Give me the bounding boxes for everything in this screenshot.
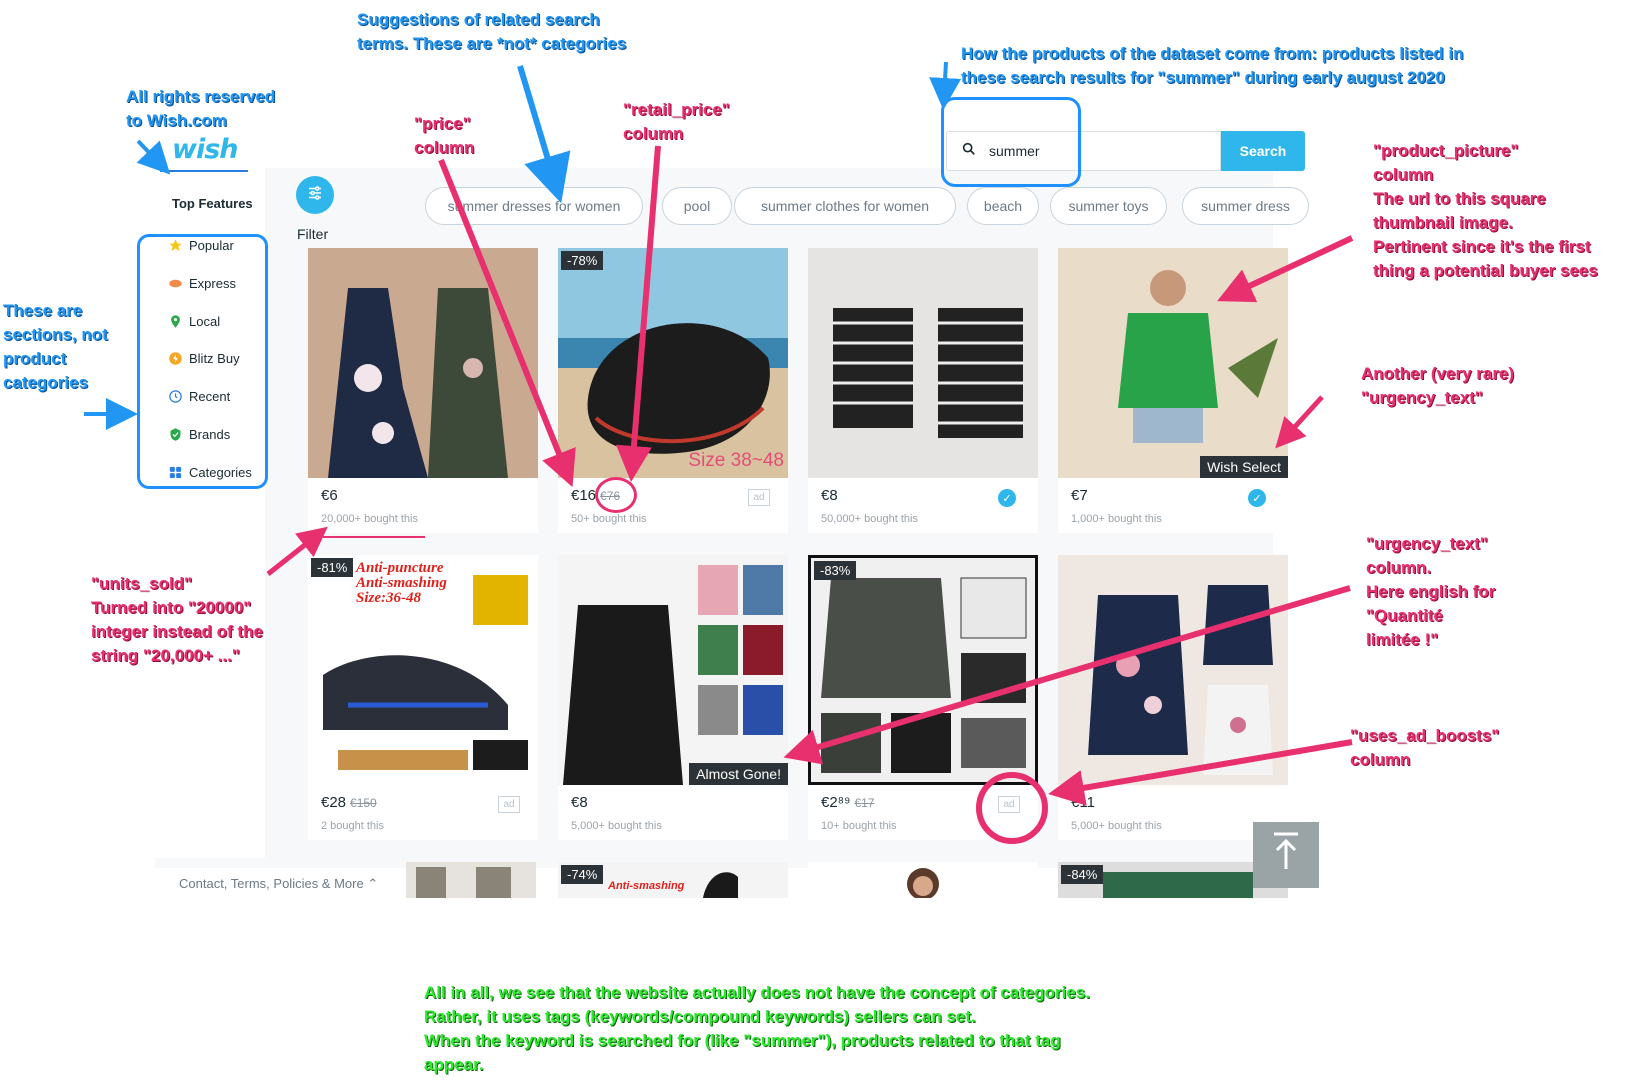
annotation-rare-urgency: Another (very rare) "urgency_text" [1361, 364, 1515, 407]
annotation-rights: All rights reserved to Wish.com [126, 87, 276, 130]
annotation-retail-price: "retail_price" column [623, 100, 730, 143]
annotation-conclusion: All in all, we see that the website actu… [424, 983, 1091, 1074]
annotation-urgency-text: "urgency_text" column. Here english for … [1366, 534, 1496, 649]
annotation-product-picture: "product_picture" column The url to this… [1373, 141, 1598, 280]
annotation-suggestions: Suggestions of related search terms. The… [357, 10, 627, 53]
annotation-units-sold: "units_sold" Turned into "20000" integer… [91, 574, 263, 665]
annotation-sections: These are sections, not product categori… [3, 301, 108, 392]
annotation-ad-boosts: "uses_ad_boosts" column [1350, 726, 1500, 769]
annotation-price: "price" column [414, 114, 475, 157]
annotation-dataset: How the products of the dataset come fro… [961, 44, 1464, 87]
